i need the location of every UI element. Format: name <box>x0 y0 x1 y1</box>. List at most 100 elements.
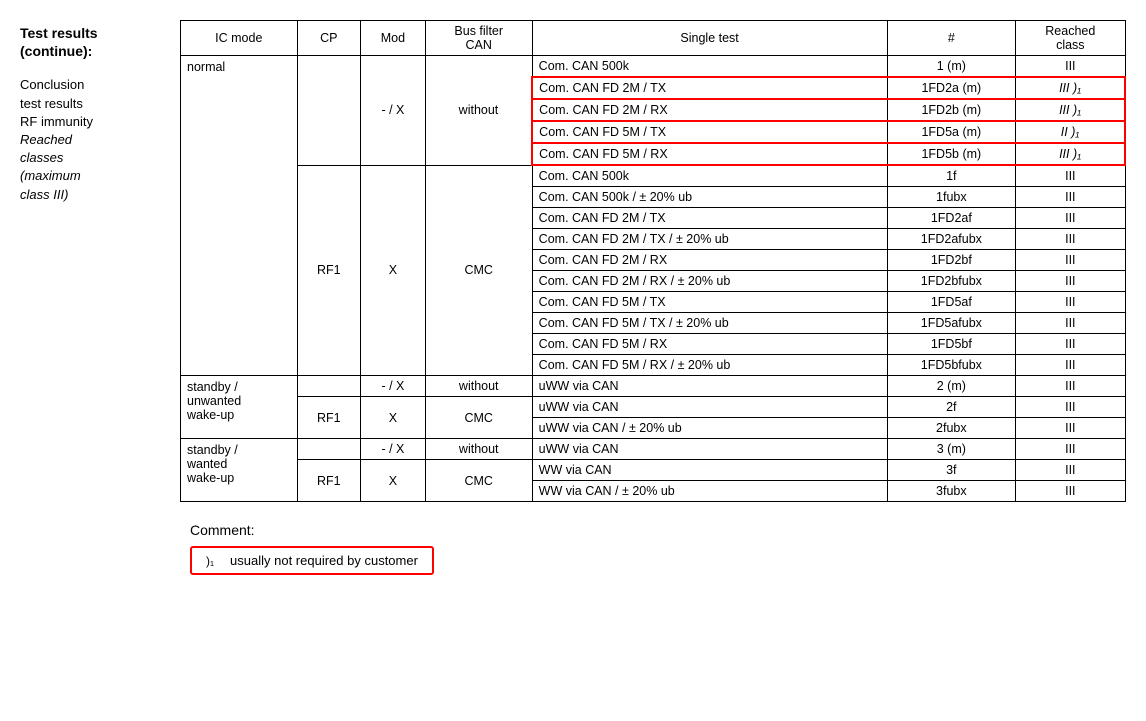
cell-class: III <box>1016 208 1125 229</box>
cell-single-test: Com. CAN FD 5M / RX <box>532 143 887 165</box>
results-table: IC mode CP Mod Bus filterCAN Single test… <box>180 20 1126 502</box>
col-header-mod: Mod <box>361 21 426 56</box>
col-header-ic-mode: IC mode <box>181 21 298 56</box>
cell-num: 1FD5af <box>887 292 1016 313</box>
cell-cp: RF1 <box>297 165 361 376</box>
page-title: Test results (continue): <box>20 24 168 60</box>
cell-bus: CMC <box>425 460 532 502</box>
conclusion-line1: Conclusion <box>20 77 84 92</box>
cell-class: III <box>1016 397 1125 418</box>
cell-class: III <box>1016 439 1125 460</box>
cell-num: 3f <box>887 460 1016 481</box>
cell-single-test: Com. CAN 500k / ± 20% ub <box>532 187 887 208</box>
cell-num: 1FD2bfubx <box>887 271 1016 292</box>
cell-num: 2f <box>887 397 1016 418</box>
cell-single-test: Com. CAN FD 2M / TX <box>532 208 887 229</box>
right-panel: IC mode CP Mod Bus filterCAN Single test… <box>180 20 1126 575</box>
cell-cp <box>297 56 361 166</box>
cell-class: III <box>1016 292 1125 313</box>
cell-mod: - / X <box>361 56 426 166</box>
cell-mod: X <box>361 460 426 502</box>
cell-bus: without <box>425 439 532 460</box>
cell-num: 1FD2b (m) <box>887 99 1016 121</box>
cell-bus: CMC <box>425 397 532 439</box>
cell-num: 2 (m) <box>887 376 1016 397</box>
col-header-reached-class: Reachedclass <box>1016 21 1125 56</box>
cell-class: III )₁ <box>1016 77 1125 99</box>
cell-mod: - / X <box>361 376 426 397</box>
cell-class: III <box>1016 376 1125 397</box>
cell-class: III <box>1016 334 1125 355</box>
cell-class: III <box>1016 460 1125 481</box>
reached-label: Reached <box>20 132 72 147</box>
cell-class: III <box>1016 355 1125 376</box>
comment-label: Comment: <box>190 522 1126 538</box>
cell-single-test: Com. CAN FD 2M / TX <box>532 77 887 99</box>
cell-num: 2fubx <box>887 418 1016 439</box>
class-label: class III) <box>20 187 68 202</box>
cell-single-test: Com. CAN FD 5M / RX <box>532 334 887 355</box>
cell-ic-mode: normal <box>181 56 298 376</box>
table-row: standby / wanted wake-up- / XwithoutuWW … <box>181 439 1126 460</box>
cell-bus: without <box>425 56 532 166</box>
col-header-cp: CP <box>297 21 361 56</box>
cell-class: III <box>1016 418 1125 439</box>
cell-single-test: WW via CAN <box>532 460 887 481</box>
table-row: RF1XCMCuWW via CAN2fIII <box>181 397 1126 418</box>
cell-class: III <box>1016 313 1125 334</box>
cell-single-test: Com. CAN FD 5M / TX <box>532 292 887 313</box>
table-header-row: IC mode CP Mod Bus filterCAN Single test… <box>181 21 1126 56</box>
left-panel: Test results (continue): Conclusion test… <box>20 20 180 575</box>
cell-class: II )₁ <box>1016 121 1125 143</box>
cell-class: III )₁ <box>1016 99 1125 121</box>
table-row: normal- / XwithoutCom. CAN 500k1 (m)III <box>181 56 1126 78</box>
cell-class: III <box>1016 481 1125 502</box>
cell-num: 1FD2bf <box>887 250 1016 271</box>
comment-sub1: )₁ <box>206 554 214 568</box>
cell-mod: X <box>361 165 426 376</box>
cell-num: 1FD2af <box>887 208 1016 229</box>
cell-single-test: Com. CAN 500k <box>532 56 887 78</box>
cell-single-test: Com. CAN FD 5M / TX / ± 20% ub <box>532 313 887 334</box>
cell-num: 1FD5bf <box>887 334 1016 355</box>
cell-ic-mode: standby / wanted wake-up <box>181 439 298 502</box>
cell-single-test: Com. CAN FD 5M / RX / ± 20% ub <box>532 355 887 376</box>
cell-num: 1 (m) <box>887 56 1016 78</box>
cell-num: 1FD5afubx <box>887 313 1016 334</box>
cell-num: 1FD5bfubx <box>887 355 1016 376</box>
cell-num: 1fubx <box>887 187 1016 208</box>
cell-num: 1FD5b (m) <box>887 143 1016 165</box>
table-row: RF1XCMCCom. CAN 500k1fIII <box>181 165 1126 187</box>
cell-cp <box>297 376 361 397</box>
col-header-bus-filter: Bus filterCAN <box>425 21 532 56</box>
cell-single-test: uWW via CAN / ± 20% ub <box>532 418 887 439</box>
cell-single-test: uWW via CAN <box>532 376 887 397</box>
cell-single-test: Com. CAN FD 2M / RX / ± 20% ub <box>532 271 887 292</box>
cell-cp: RF1 <box>297 460 361 502</box>
cell-single-test: Com. CAN FD 2M / RX <box>532 99 887 121</box>
cell-single-test: Com. CAN 500k <box>532 165 887 187</box>
table-row: RF1XCMCWW via CAN3fIII <box>181 460 1126 481</box>
cell-single-test: WW via CAN / ± 20% ub <box>532 481 887 502</box>
comment-section: Comment: )₁ usually not required by cust… <box>180 522 1126 575</box>
cell-num: 1FD5a (m) <box>887 121 1016 143</box>
cell-cp: RF1 <box>297 397 361 439</box>
col-header-single-test: Single test <box>532 21 887 56</box>
cell-class: III <box>1016 187 1125 208</box>
conclusion-line2: test results <box>20 96 83 111</box>
cell-mod: - / X <box>361 439 426 460</box>
cell-class: III <box>1016 250 1125 271</box>
cell-num: 1FD2a (m) <box>887 77 1016 99</box>
cell-bus: CMC <box>425 165 532 376</box>
comment-description: usually not required by customer <box>230 553 418 568</box>
cell-class: III <box>1016 229 1125 250</box>
cell-cp <box>297 439 361 460</box>
cell-num: 1f <box>887 165 1016 187</box>
page-wrapper: Test results (continue): Conclusion test… <box>20 20 1126 575</box>
cell-num: 3fubx <box>887 481 1016 502</box>
comment-box: )₁ usually not required by customer <box>190 546 434 575</box>
cell-num: 1FD2afubx <box>887 229 1016 250</box>
cell-num: 3 (m) <box>887 439 1016 460</box>
cell-single-test: Com. CAN FD 5M / TX <box>532 121 887 143</box>
col-header-num: # <box>887 21 1016 56</box>
